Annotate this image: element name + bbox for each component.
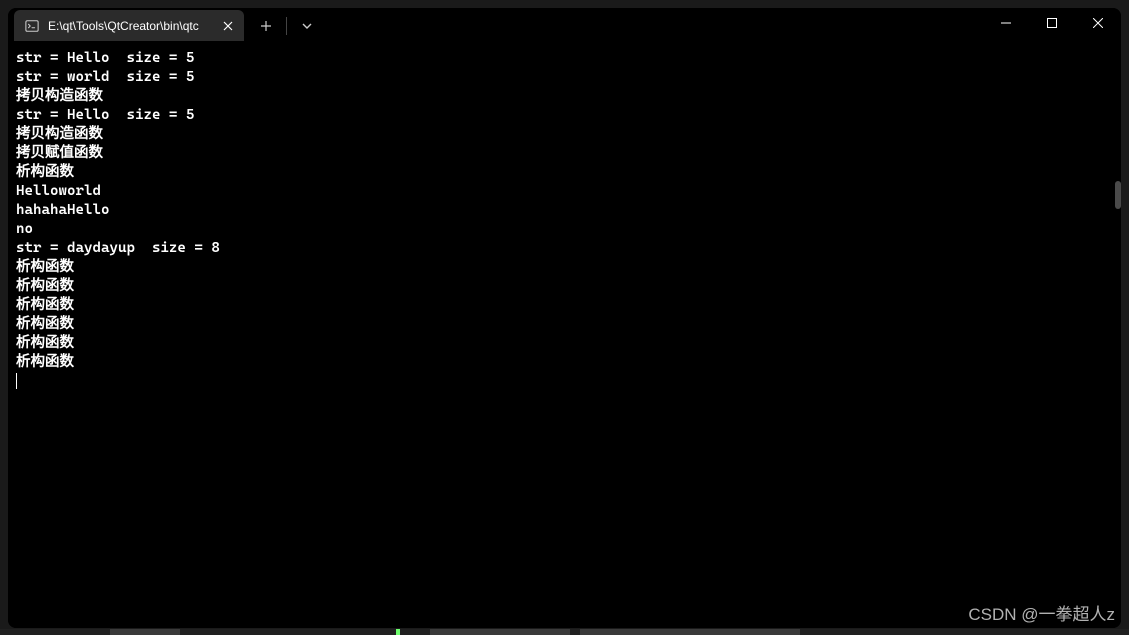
scrollbar-thumb[interactable] (1115, 181, 1121, 209)
terminal-line: 析构函数 (16, 315, 1113, 334)
terminal-line: Helloworld (16, 182, 1113, 201)
new-tab-button[interactable] (252, 12, 280, 40)
terminal-body[interactable]: str = Hello size = 5str = world size = 5… (8, 41, 1121, 628)
terminal-line: 拷贝构造函数 (16, 125, 1113, 144)
maximize-button[interactable] (1029, 8, 1075, 38)
terminal-line: 析构函数 (16, 258, 1113, 277)
taskbar-segment (110, 629, 180, 635)
terminal-line: 析构函数 (16, 353, 1113, 372)
terminal-output: str = Hello size = 5str = world size = 5… (16, 49, 1113, 372)
taskbar-segment (430, 629, 570, 635)
scrollbar-track[interactable] (1113, 41, 1121, 628)
terminal-line: 析构函数 (16, 277, 1113, 296)
terminal-line: str = world size = 5 (16, 68, 1113, 87)
terminal-line: 拷贝构造函数 (16, 87, 1113, 106)
taskbar-segment (580, 629, 800, 635)
terminal-line: str = Hello size = 5 (16, 106, 1113, 125)
cursor (16, 373, 17, 389)
titlebar: E:\qt\Tools\QtCreator\bin\qtc (8, 8, 1121, 41)
terminal-line: 析构函数 (16, 163, 1113, 182)
terminal-icon (24, 18, 40, 34)
terminal-line: 析构函数 (16, 296, 1113, 315)
tab-area: E:\qt\Tools\QtCreator\bin\qtc (8, 8, 329, 41)
terminal-line: no (16, 220, 1113, 239)
terminal-line: str = daydayup size = 8 (16, 239, 1113, 258)
active-tab[interactable]: E:\qt\Tools\QtCreator\bin\qtc (14, 10, 244, 41)
divider (286, 17, 287, 35)
tab-controls (244, 10, 329, 41)
minimize-button[interactable] (983, 8, 1029, 38)
terminal-line: 析构函数 (16, 334, 1113, 353)
terminal-line: 拷贝赋值函数 (16, 144, 1113, 163)
taskbar-segment (396, 629, 400, 635)
prompt-line (16, 372, 1113, 391)
terminal-window: E:\qt\Tools\QtCreator\bin\qtc (8, 8, 1121, 628)
tab-dropdown-button[interactable] (293, 12, 321, 40)
terminal-line: hahahaHello (16, 201, 1113, 220)
tab-title: E:\qt\Tools\QtCreator\bin\qtc (48, 19, 212, 33)
terminal-line: str = Hello size = 5 (16, 49, 1113, 68)
window-controls (983, 8, 1121, 38)
close-tab-button[interactable] (220, 18, 236, 34)
close-window-button[interactable] (1075, 8, 1121, 38)
watermark: CSDN @一拳超人z (968, 600, 1115, 625)
